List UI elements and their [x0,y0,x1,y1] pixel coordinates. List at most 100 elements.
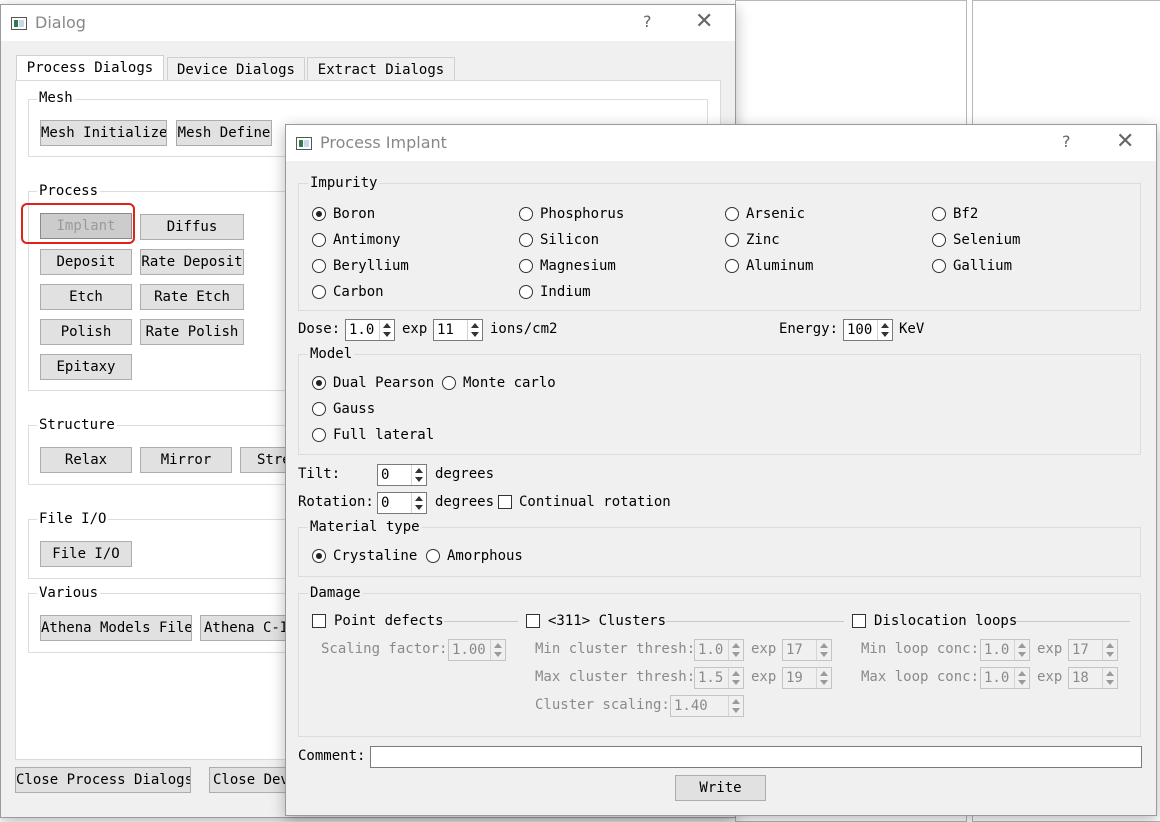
spin-up-icon[interactable] [1106,671,1114,676]
spin-down-icon[interactable] [471,332,479,337]
rate-polish-button[interactable]: Rate Polish [140,319,244,345]
impurity-arsenic-radio[interactable] [725,207,739,221]
rate-etch-button[interactable]: Rate Etch [140,284,244,310]
spin-up-icon[interactable] [494,643,502,648]
spin-down-icon[interactable] [820,680,828,685]
max-cluster-exp-spinbox[interactable]: 19 [782,667,832,689]
help-icon[interactable]: ? [643,12,652,31]
etch-button[interactable]: Etch [40,284,132,310]
point-defects-checkbox[interactable] [312,614,326,628]
material-crystaline-radio[interactable] [312,549,326,563]
spin-up-icon[interactable] [820,671,828,676]
write-button[interactable]: Write [675,775,766,801]
model-monte-carlo-radio[interactable] [442,376,456,390]
spin-down-icon[interactable] [415,477,423,482]
impurity-aluminum-radio[interactable] [725,259,739,273]
tilt-spinbox[interactable]: 0 [377,464,427,486]
spin-down-icon[interactable] [1106,680,1114,685]
spin-down-icon[interactable] [732,680,740,685]
spin-down-icon[interactable] [881,332,889,337]
spin-down-icon[interactable] [494,652,502,657]
min-cluster-exp-value: 17 [786,642,803,658]
max-loop-exp-spinbox[interactable]: 18 [1068,667,1118,689]
tab-process-dialogs[interactable]: Process Dialogs [16,55,164,81]
scaling-factor-label: Scaling factor: [321,641,448,657]
model-gauss-radio[interactable] [312,402,326,416]
help-icon[interactable]: ? [1062,132,1071,151]
close-icon[interactable]: ✕ [695,9,713,34]
spin-down-icon[interactable] [415,505,423,510]
deposit-button[interactable]: Deposit [40,249,132,275]
spin-up-icon[interactable] [415,468,423,473]
spin-up-icon[interactable] [1018,671,1026,676]
spin-up-icon[interactable] [732,643,740,648]
material-amorphous-radio[interactable] [426,549,440,563]
spin-down-icon[interactable] [1106,652,1114,657]
impurity-phosphorus-radio[interactable] [519,207,533,221]
spin-up-icon[interactable] [881,323,889,328]
impurity-bf2-radio[interactable] [932,207,946,221]
spin-down-icon[interactable] [383,332,391,337]
athena-models-file-button[interactable]: Athena Models File [40,615,192,641]
tilt-unit-label: degrees [435,466,495,482]
relax-button[interactable]: Relax [40,447,132,473]
impurity-gallium-radio[interactable] [932,259,946,273]
rotation-spinbox[interactable]: 0 [377,492,427,514]
impurity-magnesium-radio[interactable] [519,259,533,273]
mesh-define-button[interactable]: Mesh Define [176,120,272,146]
impurity-beryllium-radio[interactable] [312,259,326,273]
mesh-initialize-button[interactable]: Mesh Initialize [40,120,167,146]
max-loop-conc-spinbox[interactable]: 1.0 [980,667,1030,689]
min-loop-conc-spinbox[interactable]: 1.0 [980,639,1030,661]
tab-device-dialogs[interactable]: Device Dialogs [167,57,305,81]
impurity-boron-radio[interactable] [312,207,326,221]
impurity-carbon-radio[interactable] [312,285,326,299]
model-full-lateral-radio[interactable] [312,428,326,442]
spin-down-icon[interactable] [1018,652,1026,657]
impurity-silicon-radio[interactable] [519,233,533,247]
min-cluster-thresh-spinbox[interactable]: 1.0 [694,639,744,661]
max-cluster-thresh-label: Max cluster thresh: [535,669,696,685]
close-process-dialogs-button[interactable]: Close Process Dialogs [15,767,191,793]
energy-spinbox[interactable]: 100 [843,319,893,341]
clusters-checkbox[interactable] [526,614,540,628]
dose-mantissa-spinbox[interactable]: 1.0 [345,319,395,341]
epitaxy-button[interactable]: Epitaxy [40,354,132,380]
spin-up-icon[interactable] [383,323,391,328]
spin-up-icon[interactable] [732,699,740,704]
close-icon[interactable]: ✕ [1116,129,1134,154]
comment-field[interactable] [370,746,1142,768]
dose-label: Dose: [298,321,341,337]
scaling-factor-spinbox[interactable]: 1.00 [448,639,506,661]
spin-up-icon[interactable] [1106,643,1114,648]
spin-down-icon[interactable] [732,708,740,713]
cluster-scaling-value: 1.40 [674,698,708,714]
spin-up-icon[interactable] [820,643,828,648]
spin-down-icon[interactable] [820,652,828,657]
min-loop-exp-spinbox[interactable]: 17 [1068,639,1118,661]
impurity-selenium-radio[interactable] [932,233,946,247]
polish-button[interactable]: Polish [40,319,132,345]
continual-rotation-checkbox[interactable] [498,495,512,509]
mirror-button[interactable]: Mirror [140,447,232,473]
max-cluster-thresh-spinbox[interactable]: 1.5 [694,667,744,689]
cluster-scaling-spinbox[interactable]: 1.40 [670,695,744,717]
impurity-zinc-radio[interactable] [725,233,739,247]
model-dual-pearson-radio[interactable] [312,376,326,390]
spin-up-icon[interactable] [1018,643,1026,648]
implant-titlebar: Process Implant ? ✕ [286,125,1156,161]
spin-down-icon[interactable] [1018,680,1026,685]
impurity-antimony-radio[interactable] [312,233,326,247]
spin-up-icon[interactable] [732,671,740,676]
dislocation-loops-checkbox[interactable] [852,614,866,628]
dose-exp-spinbox[interactable]: 11 [433,319,483,341]
tab-extract-dialogs[interactable]: Extract Dialogs [307,57,455,81]
impurity-indium-radio[interactable] [519,285,533,299]
file-io-button[interactable]: File I/O [40,541,132,567]
rate-deposit-button[interactable]: Rate Deposit [140,249,244,275]
min-cluster-exp-spinbox[interactable]: 17 [782,639,832,661]
diffus-button[interactable]: Diffus [140,214,244,240]
spin-up-icon[interactable] [415,496,423,501]
spin-up-icon[interactable] [471,323,479,328]
spin-down-icon[interactable] [732,652,740,657]
